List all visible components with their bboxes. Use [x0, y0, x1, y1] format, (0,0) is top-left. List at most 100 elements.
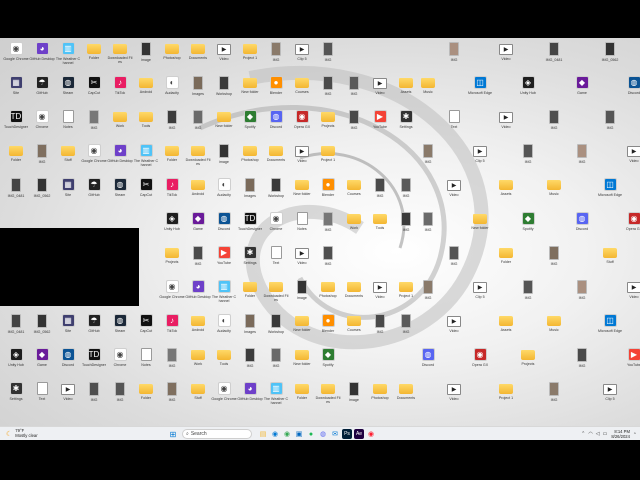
desktop-icon[interactable]: ▶ YouTube	[367, 110, 393, 144]
desktop-icon[interactable]: Tools	[133, 110, 159, 144]
desktop-icon[interactable]: ▥ The Weather Channel	[55, 42, 81, 76]
desktop-icon[interactable]: ◫ Microsoft Edge	[597, 314, 623, 348]
desktop-icon[interactable]: Project 1	[237, 42, 263, 76]
desktop-icon[interactable]: IMG	[159, 382, 185, 416]
desktop-icon[interactable]: ▶ Clip 5	[467, 280, 493, 314]
desktop-icon[interactable]: IMG	[315, 42, 341, 76]
desktop-icon[interactable]: ✂ CapCut	[133, 314, 159, 348]
desktop-icon[interactable]: IMG_0562	[29, 178, 55, 212]
desktop-icon[interactable]: Work	[185, 348, 211, 382]
desktop-icon[interactable]: ▥ The Weather Channel	[133, 144, 159, 178]
desktop-icon[interactable]: IMG	[569, 280, 595, 314]
desktop-icon[interactable]: ◆ Game	[29, 348, 55, 382]
desktop-icon[interactable]: Notes	[133, 348, 159, 382]
desktop-icon[interactable]: IMG_0481	[3, 178, 29, 212]
desktop-icon[interactable]: Documents	[393, 382, 419, 416]
desktop-icon[interactable]: New folder	[289, 314, 315, 348]
desktop-icon[interactable]: Documents	[341, 280, 367, 314]
desktop-icon[interactable]: Folder	[159, 144, 185, 178]
photoshop-icon[interactable]: Ps	[342, 429, 352, 439]
desktop-icon[interactable]: ▥ The Weather Channel	[211, 280, 237, 314]
desktop-icon[interactable]: ▶ Video	[55, 382, 81, 416]
desktop-icon[interactable]: ✱ Settings	[3, 382, 29, 416]
desktop-icon[interactable]: ◐ Audacity	[211, 178, 237, 212]
desktop-icon[interactable]: ◍ Discord	[263, 110, 289, 144]
desktop-icon[interactable]: IMG	[541, 382, 567, 416]
desktop-icon[interactable]: ● Blender	[263, 76, 289, 110]
desktop-icon[interactable]: ▶ Clip 5	[289, 42, 315, 76]
start-button[interactable]: ⊞	[168, 429, 178, 439]
desktop-icon[interactable]: Text	[441, 110, 467, 144]
desktop-icon[interactable]: ▶ Clip 5	[467, 144, 493, 178]
desktop-icon[interactable]: ◍ Steam	[107, 178, 133, 212]
desktop-icon[interactable]: Android	[185, 314, 211, 348]
desktop-icon[interactable]: IMG	[107, 382, 133, 416]
mail-icon[interactable]: ✉	[330, 429, 340, 439]
file-explorer-icon[interactable]: ▤	[258, 429, 268, 439]
desktop-icon[interactable]: Music	[541, 314, 567, 348]
desktop-icon[interactable]: ☂ GitHub	[29, 76, 55, 110]
desktop-icon[interactable]: Photoshop	[237, 144, 263, 178]
desktop-icon[interactable]: IMG	[441, 42, 467, 76]
desktop-icon[interactable]: Documents	[185, 42, 211, 76]
desktop-icon[interactable]: Music	[541, 178, 567, 212]
desktop-icon[interactable]: ▶ Video	[441, 382, 467, 416]
desktop-icon[interactable]: Images	[185, 76, 211, 110]
desktop-icon[interactable]: IMG_0562	[597, 42, 623, 76]
aftereffects-icon[interactable]: Ae	[354, 429, 364, 439]
desktop-icon[interactable]: IMG	[185, 110, 211, 144]
desktop-icon[interactable]: Folder	[81, 42, 107, 76]
desktop-icon[interactable]: Folder	[493, 246, 519, 280]
desktop-icon[interactable]: Folder	[237, 280, 263, 314]
desktop-icon[interactable]: IMG_0481	[3, 314, 29, 348]
desktop-icon[interactable]: ◆ Spotify	[237, 110, 263, 144]
desktop-icon[interactable]: Courses	[341, 178, 367, 212]
desktop-icon[interactable]: IMG	[263, 348, 289, 382]
desktop-icon[interactable]: IMG_0562	[29, 314, 55, 348]
desktop-icon[interactable]: ◕ GitHub Desktop	[29, 42, 55, 76]
desktop-icon[interactable]: New folder	[237, 76, 263, 110]
desktop-icon[interactable]: Work	[341, 212, 367, 246]
desktop-icon[interactable]: Tools	[367, 212, 393, 246]
chevron-up-icon[interactable]: ⌃	[581, 431, 585, 437]
desktop-icon[interactable]: TD TouchDesigner	[3, 110, 29, 144]
desktop-icon[interactable]: Android	[133, 76, 159, 110]
desktop-icon[interactable]: IMG	[393, 178, 419, 212]
desktop-icon[interactable]: Tools	[211, 348, 237, 382]
desktop-icon[interactable]: ◈ Unity Hub	[3, 348, 29, 382]
opera-icon[interactable]: ◉	[366, 429, 376, 439]
desktop-icon[interactable]: ◉ Opera GX	[289, 110, 315, 144]
desktop-icon[interactable]: ▶ Video	[441, 178, 467, 212]
desktop-icon[interactable]: Photoshop	[367, 382, 393, 416]
desktop-icon[interactable]: ▶ Video	[367, 76, 393, 110]
desktop-icon[interactable]: Documents	[263, 144, 289, 178]
desktop-icon[interactable]: Stuff	[597, 246, 623, 280]
battery-icon[interactable]: ▭	[603, 431, 608, 437]
desktop-icon[interactable]: IMG	[81, 382, 107, 416]
desktop-icon[interactable]: IMG	[393, 314, 419, 348]
desktop-icon[interactable]: ♪ TikTok	[159, 314, 185, 348]
desktop-icon[interactable]: ◐ Audacity	[159, 76, 185, 110]
desktop-icon[interactable]: IMG	[569, 144, 595, 178]
desktop-icon[interactable]: ▶ Video	[493, 42, 519, 76]
desktop-icon[interactable]: ◍ Discord	[55, 348, 81, 382]
desktop-icon[interactable]: ◍ Discord	[415, 348, 441, 382]
desktop-icon[interactable]: Downloaded Files	[185, 144, 211, 178]
desktop-icon[interactable]: IMG	[597, 110, 623, 144]
desktop-icon[interactable]: ◉ Chrome	[263, 212, 289, 246]
desktop-icon[interactable]: Workshop	[263, 178, 289, 212]
desktop-icon[interactable]: IMG	[341, 110, 367, 144]
desktop-icon[interactable]: ▶ YouTube	[211, 246, 237, 280]
desktop-icon[interactable]: Assets	[493, 314, 519, 348]
desktop-icon[interactable]: IMG	[263, 42, 289, 76]
desktop-icon[interactable]: ✱ Settings	[393, 110, 419, 144]
wifi-icon[interactable]: ◠	[588, 431, 592, 437]
desktop-icon[interactable]: IMG_0481	[541, 42, 567, 76]
store-icon[interactable]: ▣	[294, 429, 304, 439]
desktop-icon[interactable]: ▶ YouTube	[621, 348, 640, 382]
desktop-icon[interactable]: IMG	[541, 246, 567, 280]
desktop-icon[interactable]: ◍ Discord	[621, 76, 640, 110]
desktop-icon[interactable]: IMG	[569, 348, 595, 382]
desktop-icon[interactable]: Text	[263, 246, 289, 280]
desktop-icon[interactable]: ◉ Google Chrome	[81, 144, 107, 178]
